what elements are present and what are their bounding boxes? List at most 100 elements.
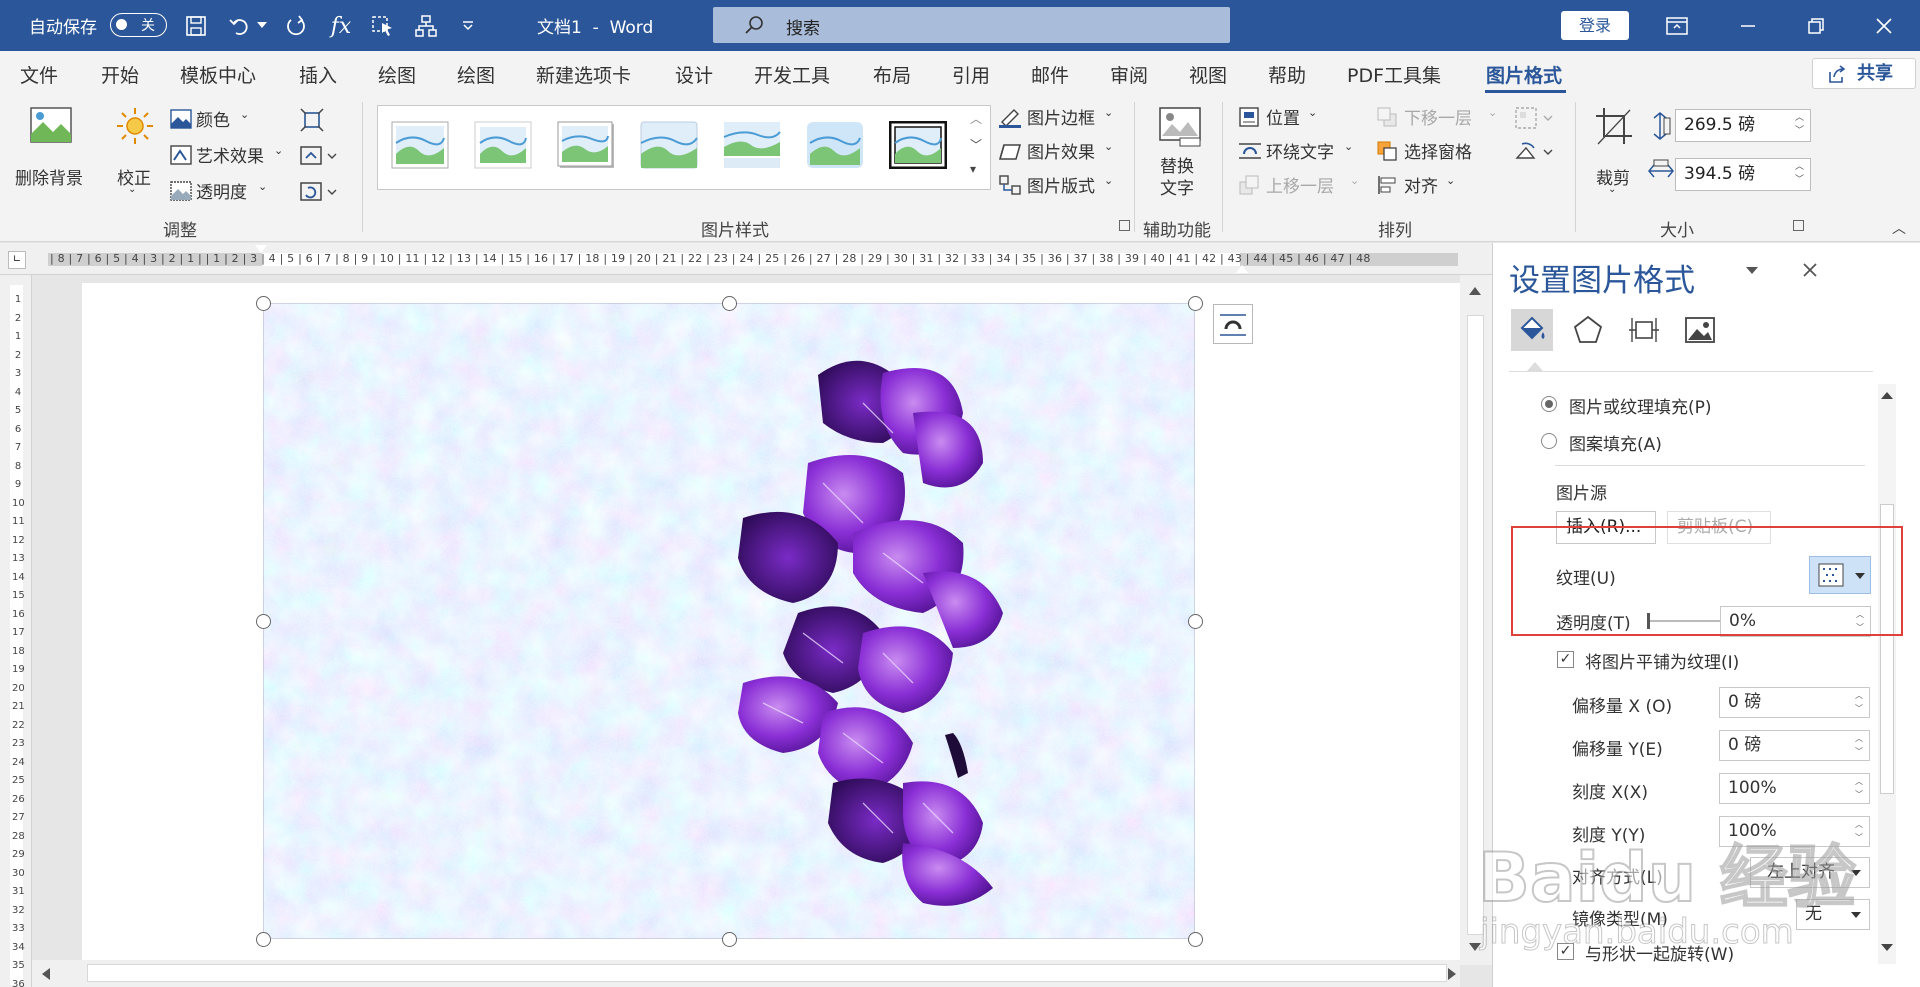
reset-picture-icon[interactable] — [300, 180, 338, 204]
tab-draw-2[interactable]: 绘图 — [457, 61, 495, 88]
pane-scroll-down-icon[interactable] — [1881, 944, 1893, 951]
rotate-icon[interactable] — [1514, 140, 1554, 164]
resize-handle-left[interactable] — [256, 614, 271, 629]
width-spinner[interactable]: 394.5 磅 ︿ ﹀ — [1675, 158, 1811, 191]
fill-line-tab[interactable] — [1511, 309, 1553, 351]
layout-properties-tab[interactable] — [1623, 309, 1665, 351]
tab-view[interactable]: 视图 — [1189, 61, 1227, 88]
scale-x-spinner[interactable]: 100% ︿ ﹀ — [1719, 773, 1870, 804]
textured-picture[interactable] — [256, 296, 1203, 947]
restore-icon[interactable] — [1800, 10, 1832, 42]
gallery-more-icon[interactable]: ▾ — [970, 162, 976, 176]
right-indent-marker-icon[interactable] — [1236, 265, 1248, 273]
tab-layout[interactable]: 布局 — [873, 61, 911, 88]
gallery-scroll-down-icon[interactable]: ﹀ — [970, 136, 982, 153]
picture-style-simple-frame[interactable] — [391, 121, 449, 169]
save-icon[interactable] — [180, 10, 212, 42]
pane-close-icon[interactable] — [1801, 261, 1819, 279]
resize-handle-top[interactable] — [722, 296, 737, 311]
selection-pane-button[interactable]: 选择窗格 — [1376, 138, 1486, 164]
picture-style-reflected[interactable] — [723, 121, 781, 169]
spinner-arrows-icon[interactable]: ︿ ﹀ — [1855, 689, 1863, 715]
tab-picture-format[interactable]: 图片格式 — [1486, 61, 1562, 88]
collapse-ribbon-icon[interactable]: ︿ — [1892, 218, 1906, 238]
picture-layout-button[interactable]: 图片版式 ⌄ — [998, 172, 1114, 198]
resize-handle-right[interactable] — [1188, 614, 1203, 629]
tab-pdf-tools[interactable]: PDF工具集 — [1347, 61, 1441, 88]
resize-handle-bottom-left[interactable] — [256, 932, 271, 947]
select-object-icon[interactable] — [367, 10, 399, 42]
scroll-thumb[interactable] — [87, 964, 1447, 982]
resize-handle-top-right[interactable] — [1188, 296, 1203, 311]
tab-help[interactable]: 帮助 — [1268, 61, 1306, 88]
function-icon[interactable]: fx — [325, 10, 357, 42]
pattern-fill-radio[interactable] — [1541, 433, 1557, 449]
send-backward-button[interactable]: 下移一层 ⌄ — [1376, 104, 1502, 130]
group-objects-icon[interactable] — [1514, 106, 1554, 130]
scroll-right-icon[interactable] — [1448, 968, 1456, 980]
picture-style-soft-edge[interactable] — [806, 121, 864, 169]
scroll-up-icon[interactable] — [1469, 287, 1481, 295]
tab-design[interactable]: 设计 — [675, 61, 713, 88]
remove-background-button[interactable]: 删除背景 — [12, 104, 90, 189]
horizontal-ruler[interactable]: ∟ | 8 | 7 | 6 | 5 | 4 | 3 | 2 | 1 | | 1 … — [0, 243, 1492, 275]
pane-scrollbar[interactable] — [1878, 384, 1896, 964]
tab-new-tab[interactable]: 新建选项卡 — [536, 61, 631, 88]
tab-developer[interactable]: 开发工具 — [754, 61, 830, 88]
close-icon[interactable] — [1868, 10, 1900, 42]
resize-handle-bottom[interactable] — [722, 932, 737, 947]
position-button[interactable]: 位置 ⌄ — [1238, 104, 1328, 130]
autosave-toggle[interactable]: 关 — [110, 13, 167, 37]
tab-references[interactable]: 引用 — [952, 61, 990, 88]
spinner-arrows-icon[interactable]: ︿ ﹀ — [1855, 818, 1863, 844]
undo-icon[interactable] — [224, 10, 256, 42]
picture-styles-gallery[interactable]: ︿ ﹀ ▾ — [377, 105, 991, 190]
picture-tab[interactable] — [1679, 309, 1721, 351]
spinner-arrows-icon[interactable]: ︿ ﹀ — [1795, 112, 1804, 138]
picture-border-button[interactable]: 图片边框 ⌄ — [998, 104, 1114, 130]
gallery-scroll-up-icon[interactable]: ︿ — [970, 110, 982, 127]
artistic-effects-button[interactable]: 艺术效果 ⌄ — [168, 142, 288, 168]
bring-forward-button[interactable]: 上移一层 ⌄ — [1238, 172, 1364, 198]
resize-handle-top-left[interactable] — [256, 296, 271, 311]
height-spinner[interactable]: 269.5 磅 ︿ ﹀ — [1675, 109, 1811, 142]
corrections-button[interactable]: 校正 ⌄ — [112, 104, 157, 195]
pane-scroll-up-icon[interactable] — [1881, 392, 1893, 399]
effects-tab[interactable] — [1567, 309, 1609, 351]
tab-template-center[interactable]: 模板中心 — [180, 61, 256, 88]
pane-options-dropdown-icon[interactable] — [1746, 267, 1758, 274]
spinner-arrows-icon[interactable]: ︿ ﹀ — [1795, 161, 1804, 187]
tab-insert[interactable]: 插入 — [299, 61, 337, 88]
compress-pictures-icon[interactable] — [300, 108, 324, 132]
spinner-arrows-icon[interactable]: ︿ ﹀ — [1855, 775, 1863, 801]
picture-effects-button[interactable]: 图片效果 ⌄ — [998, 138, 1114, 164]
offset-y-spinner[interactable]: 0 磅 ︿ ﹀ — [1719, 730, 1870, 761]
vertical-ruler[interactable]: 1 2 1 2 3 4 5 6 7 8 9 10 11 12 13 14 15 16 17 18 19 20 21 22 23 2… — [0, 275, 32, 987]
ribbon-display-icon[interactable] — [1661, 10, 1693, 42]
hierarchy-icon[interactable] — [410, 10, 442, 42]
search-box[interactable]: 搜索 — [713, 7, 1230, 43]
align-button[interactable]: 对齐 ⌄ — [1376, 172, 1466, 198]
tile-texture-checkbox[interactable]: ✓ — [1557, 651, 1574, 668]
styles-dialog-launcher-icon[interactable] — [1119, 220, 1130, 231]
tab-mailings[interactable]: 邮件 — [1031, 61, 1069, 88]
change-picture-icon[interactable] — [300, 144, 338, 168]
scroll-left-icon[interactable] — [42, 968, 50, 980]
tab-stop-selector[interactable]: ∟ — [8, 251, 26, 269]
layout-options-button[interactable] — [1213, 304, 1253, 344]
tab-review[interactable]: 审阅 — [1110, 61, 1148, 88]
picture-style-rounded[interactable] — [640, 121, 698, 169]
transparency-button[interactable]: 透明度 ⌄ — [168, 178, 278, 204]
offset-x-spinner[interactable]: 0 磅 ︿ ﹀ — [1719, 687, 1870, 718]
picture-style-thin-frame[interactable] — [474, 121, 532, 169]
size-dialog-launcher-icon[interactable] — [1793, 220, 1804, 231]
wrap-text-button[interactable]: 环绕文字 ⌄ — [1238, 138, 1364, 164]
alt-text-button[interactable]: 替换 文字 — [1148, 102, 1212, 212]
tab-draw[interactable]: 绘图 — [378, 61, 416, 88]
resize-handle-bottom-right[interactable] — [1188, 932, 1203, 947]
tab-home[interactable]: 开始 — [101, 61, 139, 88]
crop-button[interactable]: 裁剪 ⌄ — [1590, 104, 1640, 204]
minimize-icon[interactable] — [1732, 10, 1764, 42]
left-indent-marker-icon[interactable] — [255, 245, 267, 253]
customize-toolbar-icon[interactable] — [452, 10, 484, 42]
